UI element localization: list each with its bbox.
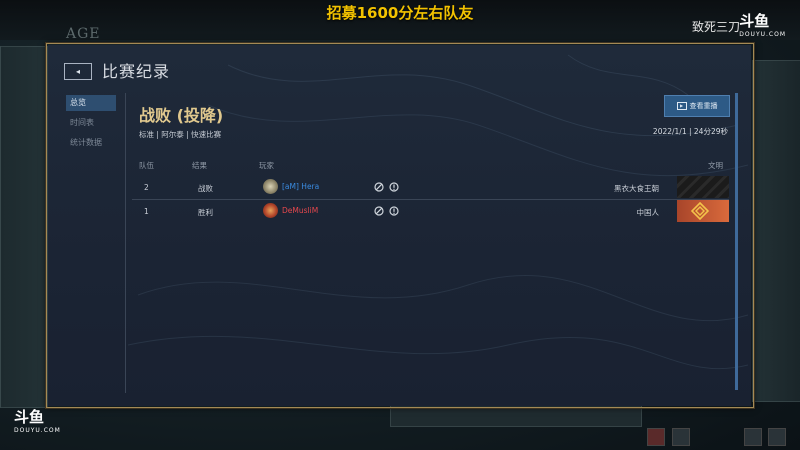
map-contour-decoration xyxy=(127,54,749,370)
sidebar-item-timeline[interactable]: 时间表 xyxy=(66,115,116,131)
douyu-logo-sub: DOUYU.COM xyxy=(14,427,61,434)
block-icon[interactable] xyxy=(374,206,384,216)
player-emblem-icon xyxy=(263,203,278,218)
view-replay-button[interactable]: ▶ 查看重播 xyxy=(664,95,730,117)
civilization-name: 中国人 xyxy=(636,208,660,217)
sidebar-divider xyxy=(125,93,126,393)
background-button[interactable] xyxy=(647,428,665,446)
sidebar-item-statistics[interactable]: 统计数据 xyxy=(66,135,116,151)
game-logo: AGE xyxy=(66,26,101,42)
sidebar: 总览 时间表 统计数据 xyxy=(48,93,126,393)
civilization-name: 黑衣大食王朝 xyxy=(614,184,659,193)
scrollbar[interactable] xyxy=(735,93,738,390)
dialog-title: 比赛纪录 xyxy=(102,62,171,81)
match-record-dialog: ◂ 比赛纪录 总览 时间表 统计数据 战败 (投降) 标准 | 阿尔泰 | 快速… xyxy=(48,45,751,406)
block-icon[interactable] xyxy=(374,182,384,192)
match-mode-info: 标准 | 阿尔泰 | 快速比赛 xyxy=(139,130,222,139)
background-right-panel xyxy=(752,60,800,402)
report-icon[interactable] xyxy=(389,206,399,216)
back-button[interactable]: ◂ xyxy=(64,63,92,80)
player-name[interactable]: DeMusliM xyxy=(282,206,318,215)
streamer-name: 致死三刀 xyxy=(691,20,740,34)
background-button[interactable] xyxy=(672,428,690,446)
background-left-panel xyxy=(0,46,48,408)
douyu-logo-top: 斗鱼 DOUYU.COM xyxy=(739,14,786,42)
report-icon[interactable] xyxy=(389,182,399,192)
player-emblem-icon xyxy=(263,179,278,194)
civilization-flag-icon xyxy=(677,176,729,198)
column-header-result: 结果 xyxy=(192,161,207,170)
stream-overlay-title: 招募1600分左右队友 xyxy=(326,4,474,22)
background-button[interactable] xyxy=(744,428,762,446)
team-number: 1 xyxy=(144,207,149,216)
chinese-knot-icon xyxy=(691,202,709,220)
table-row: 1 胜利 DeMusliM 中国人 xyxy=(132,200,729,223)
player-result: 胜利 xyxy=(198,208,213,217)
team-number: 2 xyxy=(144,183,149,192)
player-result: 战败 xyxy=(198,184,213,193)
player-name[interactable]: [aM] Hera xyxy=(282,182,319,191)
replay-icon: ▶ xyxy=(676,102,687,110)
chevron-left-icon: ◂ xyxy=(75,66,80,76)
sidebar-item-overview[interactable]: 总览 xyxy=(66,95,116,111)
match-result-heading: 战败 (投降) xyxy=(139,106,224,125)
douyu-logo-sub: DOUYU.COM xyxy=(739,31,786,38)
background-button[interactable] xyxy=(768,428,786,446)
table-row: 2 战败 [aM] Hera 黑衣大食王朝 xyxy=(132,176,729,200)
view-replay-label: 查看重播 xyxy=(689,102,718,110)
match-datetime: 2022/1/1 | 24分29秒 xyxy=(652,127,728,136)
column-header-player: 玩家 xyxy=(259,161,274,170)
column-header-team: 队伍 xyxy=(139,161,154,170)
column-header-civilization: 文明 xyxy=(708,161,723,170)
civilization-flag-icon xyxy=(677,200,729,222)
douyu-logo-bottom: 斗鱼 DOUYU.COM xyxy=(14,410,61,438)
